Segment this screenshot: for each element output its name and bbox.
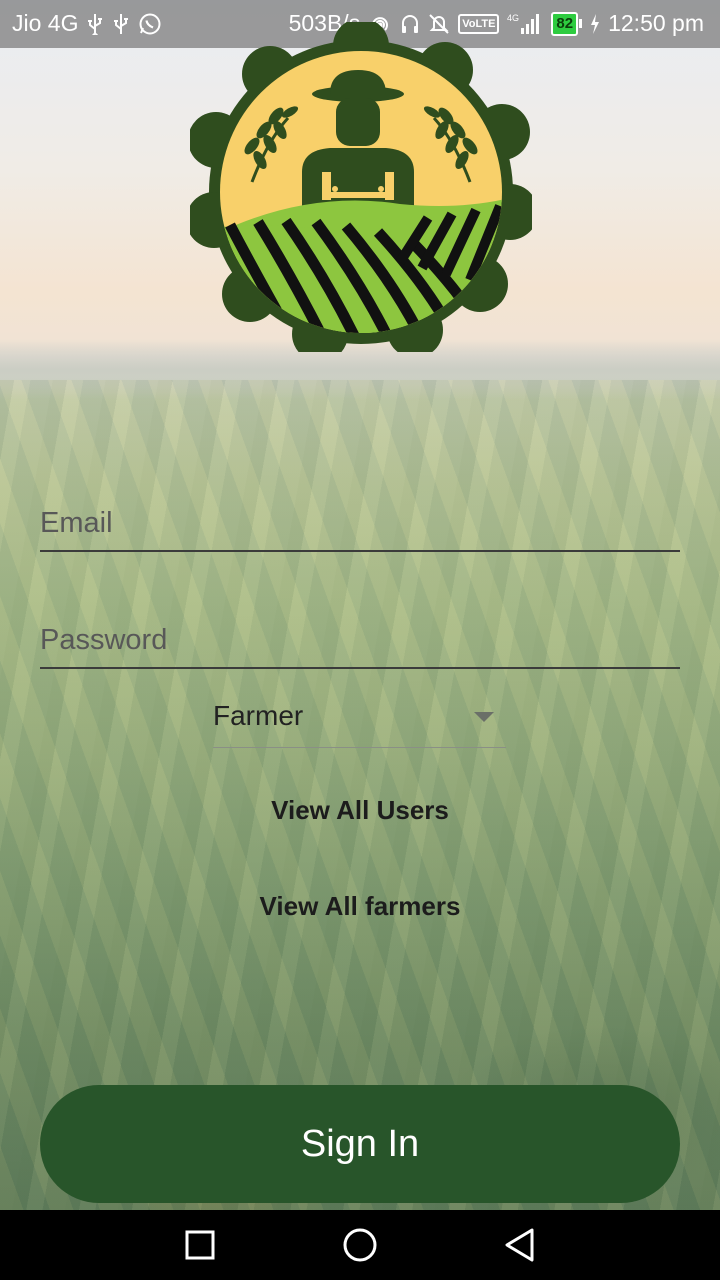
charging-icon (590, 13, 600, 34)
clock: 12:50 pm (608, 10, 704, 36)
recents-button[interactable] (182, 1227, 218, 1263)
usb-icon (86, 13, 104, 35)
role-dropdown[interactable]: Farmer (213, 690, 506, 748)
password-input[interactable] (40, 624, 680, 657)
email-field[interactable] (40, 480, 680, 552)
carrier-label: Jio 4G (12, 10, 79, 36)
back-icon (505, 1228, 534, 1262)
recents-icon (185, 1230, 215, 1260)
navigation-bar (0, 1210, 720, 1280)
usb-icon (112, 13, 130, 35)
sign-in-button[interactable]: Sign In (40, 1085, 680, 1203)
battery-level: 82 (551, 11, 579, 36)
battery-indicator: 82 (549, 11, 583, 36)
home-button[interactable] (342, 1227, 378, 1263)
email-input[interactable] (40, 507, 680, 540)
dropdown-caret-icon (474, 712, 494, 722)
login-screen: Jio 4G 503B/s VoLTE 4G 82 12:50 pm Email… (0, 0, 720, 1280)
back-button[interactable] (502, 1227, 538, 1263)
view-all-users-button[interactable]: View All Users (0, 795, 720, 826)
role-selected-value: Farmer (213, 700, 304, 731)
app-logo (186, 18, 538, 362)
home-icon (343, 1228, 377, 1262)
password-field[interactable] (40, 597, 680, 669)
view-all-farmers-button[interactable]: View All farmers (0, 891, 720, 922)
battery-nub (579, 19, 583, 28)
whatsapp-icon (138, 12, 162, 36)
sign-in-label: Sign In (300, 1122, 420, 1165)
network-type-label: 4G (507, 13, 519, 23)
